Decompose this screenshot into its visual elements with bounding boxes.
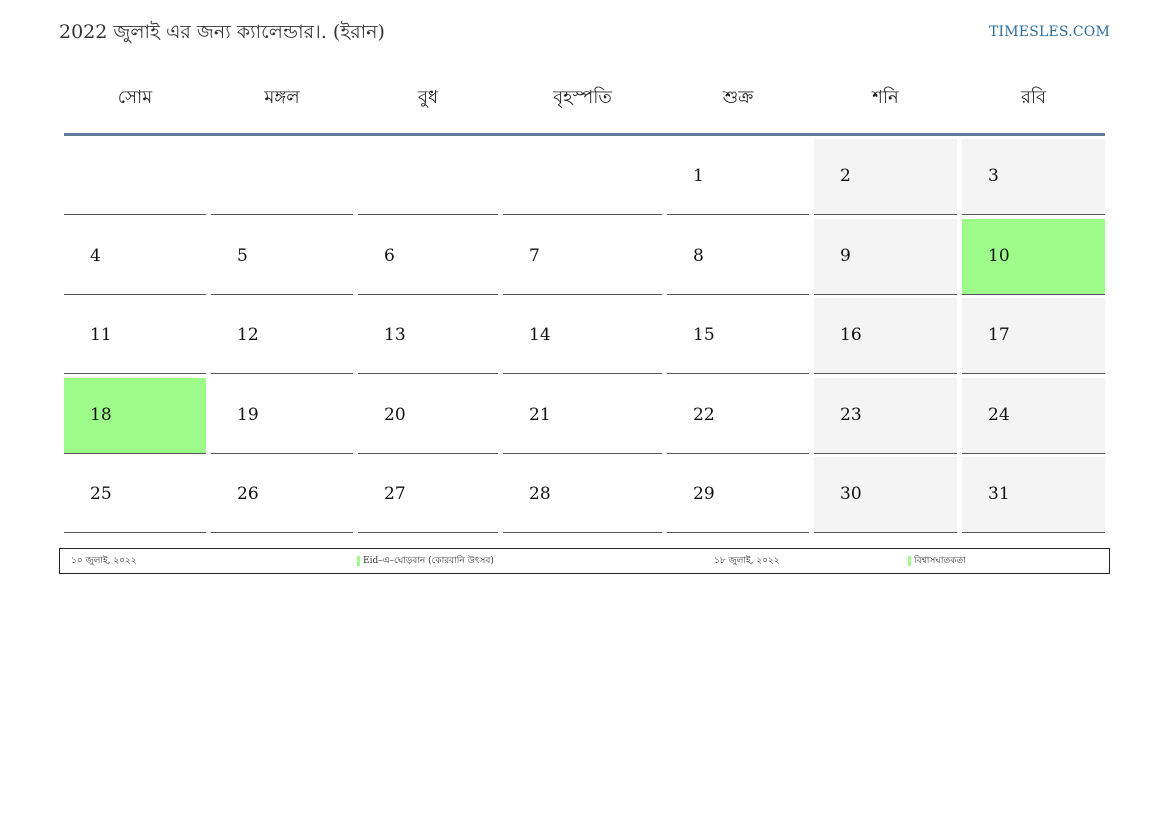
day-number: 5 (237, 246, 248, 266)
day-cell-27[interactable]: 27 (358, 457, 498, 533)
day-number: 29 (693, 484, 715, 504)
legend-name-1-text: Eid–এ–ঘোড়বান (কোরবানি উৎসব) (363, 556, 494, 566)
day-number: 17 (988, 325, 1010, 345)
day-number: 23 (840, 405, 862, 425)
empty-day-cell (211, 139, 353, 215)
day-number: 26 (237, 484, 259, 504)
day-number: 16 (840, 325, 862, 345)
day-cell-13[interactable]: 13 (358, 298, 498, 374)
weekday-sunday: রবি (1020, 87, 1047, 108)
day-cell-22[interactable]: 22 (667, 378, 809, 454)
day-cell-7[interactable]: 7 (503, 219, 662, 295)
day-number: 10 (988, 246, 1010, 266)
day-cell-23[interactable]: 23 (814, 378, 957, 454)
day-number: 11 (90, 325, 112, 345)
day-cell-10[interactable]: 10 (962, 219, 1105, 295)
day-number: 7 (529, 246, 540, 266)
day-cell-2[interactable]: 2 (814, 139, 957, 215)
day-cell-14[interactable]: 14 (503, 298, 662, 374)
weekday-monday: সোম (117, 87, 153, 108)
day-cell-30[interactable]: 30 (814, 457, 957, 533)
day-number: 30 (840, 484, 862, 504)
page-title: 2022 জুলাই এর জন্য ক্যালেন্ডার।. (ইরান) (59, 21, 385, 43)
weekday-thursday: বৃহস্পতি (553, 87, 612, 108)
weekday-header-row: সোম মঙ্গল বুধ বৃহস্পতি শুক্র শনি রবি (64, 70, 1105, 136)
empty-day-cell (64, 139, 206, 215)
holiday-legend: ১০ জুলাই, ২০২২ Eid–এ–ঘোড়বান (কোরবানি উৎ… (59, 548, 1110, 574)
day-cell-16[interactable]: 16 (814, 298, 957, 374)
day-cell-5[interactable]: 5 (211, 219, 353, 295)
legend-date-2: ১৮ জুলাই, ২০২২ (714, 556, 780, 566)
day-cell-26[interactable]: 26 (211, 457, 353, 533)
legend-name-1: Eid–এ–ঘোড়বান (কোরবানি উৎসব) (357, 549, 494, 573)
day-cell-1[interactable]: 1 (667, 139, 809, 215)
day-cell-9[interactable]: 9 (814, 219, 957, 295)
day-number: 20 (384, 405, 406, 425)
weekday-saturday: শনি (872, 87, 899, 108)
day-number: 9 (840, 246, 851, 266)
day-cell-21[interactable]: 21 (503, 378, 662, 454)
day-number: 3 (988, 166, 999, 186)
day-cell-6[interactable]: 6 (358, 219, 498, 295)
day-number: 28 (529, 484, 551, 504)
day-number: 13 (384, 325, 406, 345)
day-number: 27 (384, 484, 406, 504)
calendar-grid: সোম মঙ্গল বুধ বৃহস্পতি শুক্র শনি রবি 123… (64, 70, 1105, 533)
day-number: 15 (693, 325, 715, 345)
day-number: 1 (693, 166, 704, 186)
day-number: 25 (90, 484, 112, 504)
day-number: 18 (90, 405, 112, 425)
day-number: 22 (693, 405, 715, 425)
holiday-marker (908, 556, 911, 566)
weekday-friday: শুক্র (722, 87, 754, 108)
day-cell-4[interactable]: 4 (64, 219, 206, 295)
legend-date-1: ১০ জুলাই, ২০২২ (71, 556, 137, 566)
day-number: 19 (237, 405, 259, 425)
day-number: 14 (529, 325, 551, 345)
site-link[interactable]: TIMESLES.COM (989, 24, 1110, 40)
empty-day-cell (358, 139, 498, 215)
day-number: 4 (90, 246, 101, 266)
day-cell-19[interactable]: 19 (211, 378, 353, 454)
day-number: 21 (529, 405, 551, 425)
legend-name-2: বিশ্বাসঘাতকতা (908, 549, 966, 573)
day-cell-15[interactable]: 15 (667, 298, 809, 374)
day-number: 31 (988, 484, 1010, 504)
weekday-wednesday: বুধ (417, 87, 439, 108)
day-number: 12 (237, 325, 259, 345)
day-number: 2 (840, 166, 851, 186)
holiday-marker (357, 556, 360, 566)
day-cell-12[interactable]: 12 (211, 298, 353, 374)
day-cell-24[interactable]: 24 (962, 378, 1105, 454)
empty-day-cell (503, 139, 662, 215)
day-cell-11[interactable]: 11 (64, 298, 206, 374)
day-cell-18[interactable]: 18 (64, 378, 206, 454)
day-number: 6 (384, 246, 395, 266)
day-number: 24 (988, 405, 1010, 425)
day-cell-20[interactable]: 20 (358, 378, 498, 454)
weekday-tuesday: মঙ্গল (264, 87, 300, 108)
day-cell-17[interactable]: 17 (962, 298, 1105, 374)
day-cell-8[interactable]: 8 (667, 219, 809, 295)
day-cell-3[interactable]: 3 (962, 139, 1105, 215)
day-cell-29[interactable]: 29 (667, 457, 809, 533)
day-cell-31[interactable]: 31 (962, 457, 1105, 533)
day-number: 8 (693, 246, 704, 266)
day-cell-28[interactable]: 28 (503, 457, 662, 533)
day-cell-25[interactable]: 25 (64, 457, 206, 533)
legend-name-2-text: বিশ্বাসঘাতকতা (914, 556, 966, 566)
